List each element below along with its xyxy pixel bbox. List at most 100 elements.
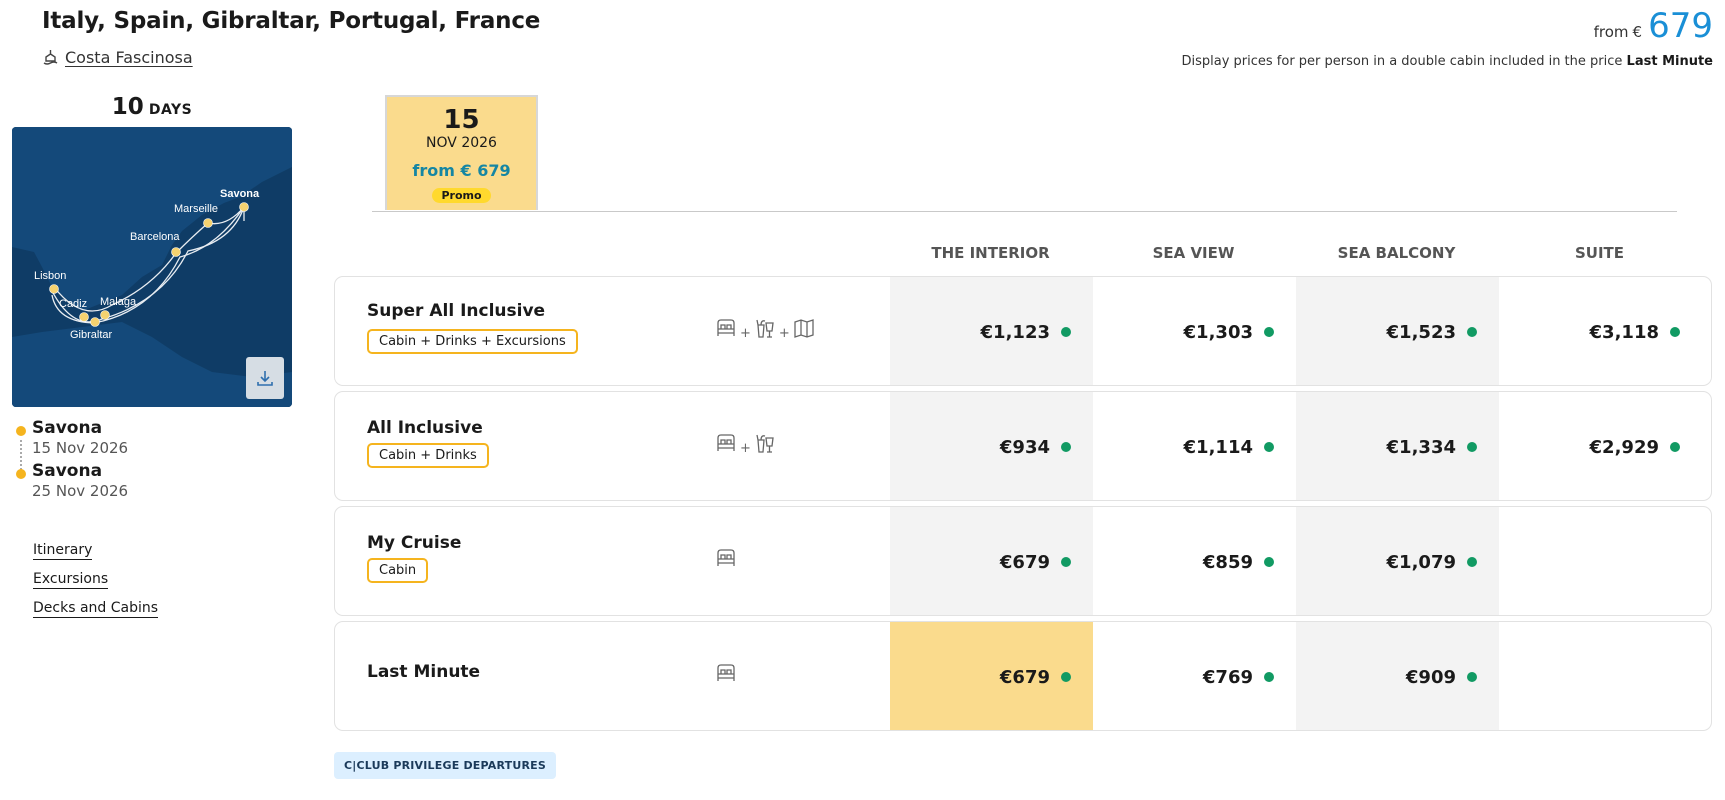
map-label-marseille: Marseille [174, 203, 218, 215]
bed-icon [715, 317, 737, 343]
itinerary-link[interactable]: Itinerary [33, 542, 93, 560]
departure-day: 15 [443, 105, 480, 135]
drinks-icon [754, 317, 776, 343]
availability-dot [1467, 327, 1477, 337]
trip-duration: 10 DAYS [12, 94, 292, 120]
price-value: €1,114 [1183, 436, 1253, 458]
package-tag: Cabin + Drinks + Excursions [367, 329, 578, 354]
bed-icon [715, 432, 737, 458]
price-cell-interior-selected[interactable]: €679 [890, 622, 1093, 730]
price-value: €859 [1202, 551, 1253, 573]
from-currency: € [1632, 23, 1643, 41]
price-value: €1,303 [1183, 321, 1253, 343]
availability-dot [1467, 672, 1477, 682]
availability-dot [1467, 557, 1477, 567]
price-cell-sea-balcony[interactable]: €1,523 [1296, 277, 1499, 385]
price-cell-sea-view[interactable]: €859 [1093, 507, 1296, 615]
price-value: €679 [999, 551, 1050, 573]
column-header-sea-balcony: SEA BALCONY [1337, 244, 1456, 262]
download-icon [255, 368, 275, 388]
plus-sign: + [778, 325, 790, 341]
map-label-gibraltar: Gibraltar [70, 329, 113, 341]
excursions-link[interactable]: Excursions [33, 571, 109, 589]
price-value: €1,523 [1386, 321, 1456, 343]
decks-cabins-link[interactable]: Decks and Cabins [33, 600, 159, 618]
price-cell-sea-balcony[interactable]: €909 [1296, 622, 1499, 730]
package-icons: + + [715, 317, 815, 343]
bed-icon [715, 662, 737, 688]
price-cell-sea-balcony[interactable]: €1,334 [1296, 392, 1499, 500]
price-value: €1,334 [1386, 436, 1456, 458]
price-value: €934 [999, 436, 1050, 458]
package-row-super-all-inclusive: Super All Inclusive Cabin + Drinks + Exc… [334, 276, 1712, 386]
package-icons [715, 662, 737, 688]
availability-dot [1264, 672, 1274, 682]
from-amount: 679 [1648, 6, 1713, 46]
price-cell-interior[interactable]: €1,123 [890, 277, 1093, 385]
price-note: Display prices for per person in a doubl… [1181, 54, 1713, 69]
price-cell-sea-view[interactable]: €769 [1093, 622, 1296, 730]
price-cell-interior[interactable]: €679 [890, 507, 1093, 615]
days-number: 10 [111, 94, 144, 120]
download-map-button[interactable] [246, 357, 284, 399]
availability-dot [1264, 327, 1274, 337]
availability-dot [1670, 442, 1680, 452]
days-label: DAYS [148, 102, 193, 118]
package-row-all-inclusive: All Inclusive Cabin + Drinks + €934 €1,1… [334, 391, 1712, 501]
package-tag: Cabin [367, 558, 429, 583]
port-date: 25 Nov 2026 [32, 482, 129, 500]
price-value: €2,929 [1589, 436, 1659, 458]
price-cell-suite[interactable]: €2,929 [1499, 392, 1702, 500]
price-cell-sea-view[interactable]: €1,303 [1093, 277, 1296, 385]
map-icon [793, 317, 815, 343]
availability-dot [1061, 442, 1071, 452]
package-name: Last Minute [367, 662, 481, 682]
from-price: from € 679 [1594, 6, 1713, 46]
availability-dot [1061, 672, 1071, 682]
availability-dot [1264, 442, 1274, 452]
price-value: €1,079 [1386, 551, 1456, 573]
price-value: €909 [1405, 666, 1456, 688]
departure-price: from € 679 [412, 161, 511, 180]
availability-dot [1467, 442, 1477, 452]
price-cell-suite[interactable]: €3,118 [1499, 277, 1702, 385]
price-value: €769 [1202, 666, 1253, 688]
port-list: Savona 15 Nov 2026 Savona 25 Nov 2026 [16, 418, 286, 504]
package-icons [715, 547, 737, 573]
drinks-icon [754, 432, 776, 458]
package-row-last-minute: Last Minute €679 €769 €909 [334, 621, 1712, 731]
ship-icon [42, 49, 59, 66]
price-cell-interior[interactable]: €934 [890, 392, 1093, 500]
package-name: Super All Inclusive [367, 301, 546, 321]
map-label-savona: Savona [220, 188, 260, 200]
price-value: €679 [999, 666, 1050, 688]
package-row-my-cruise: My Cruise Cabin €679 €859 €1,079 [334, 506, 1712, 616]
price-cell-sea-view[interactable]: €1,114 [1093, 392, 1296, 500]
price-cell-sea-balcony[interactable]: €1,079 [1296, 507, 1499, 615]
departure-date-tab[interactable]: 15 NOV 2026 from € 679 Promo [385, 95, 538, 210]
package-name: My Cruise [367, 533, 462, 553]
cabin-column-headers: THE INTERIOR SEA VIEW SEA BALCONY SUITE [0, 244, 1725, 264]
club-privilege-badge[interactable]: C|CLUB PRIVILEGE DEPARTURES [334, 752, 556, 779]
ship-name[interactable]: Costa Fascinosa [65, 48, 193, 67]
port-dot [16, 426, 26, 436]
port-date: 15 Nov 2026 [32, 439, 129, 457]
column-header-sea-view: SEA VIEW [1152, 244, 1235, 262]
port-dot [16, 469, 26, 479]
itinerary-map[interactable]: Savona Marseille Barcelona Lisbon Cadiz … [12, 127, 292, 407]
departure-month: NOV 2026 [426, 135, 497, 151]
package-tag: Cabin + Drinks [367, 443, 489, 468]
port-name: Savona [32, 418, 103, 438]
plus-sign: + [740, 325, 751, 341]
availability-dot [1264, 557, 1274, 567]
package-icons: + [715, 432, 776, 458]
map-label-barcelona: Barcelona [130, 231, 180, 243]
port-start: Savona 15 Nov 2026 [16, 418, 286, 470]
plus-sign: + [740, 440, 751, 456]
ship-link[interactable]: Costa Fascinosa [42, 48, 193, 67]
page-title: Italy, Spain, Gibraltar, Portugal, Franc… [42, 8, 541, 34]
bed-icon [715, 547, 737, 573]
map-label-cadiz: Cadiz [59, 298, 87, 310]
package-name: All Inclusive [367, 418, 483, 438]
price-value: €1,123 [980, 321, 1050, 343]
